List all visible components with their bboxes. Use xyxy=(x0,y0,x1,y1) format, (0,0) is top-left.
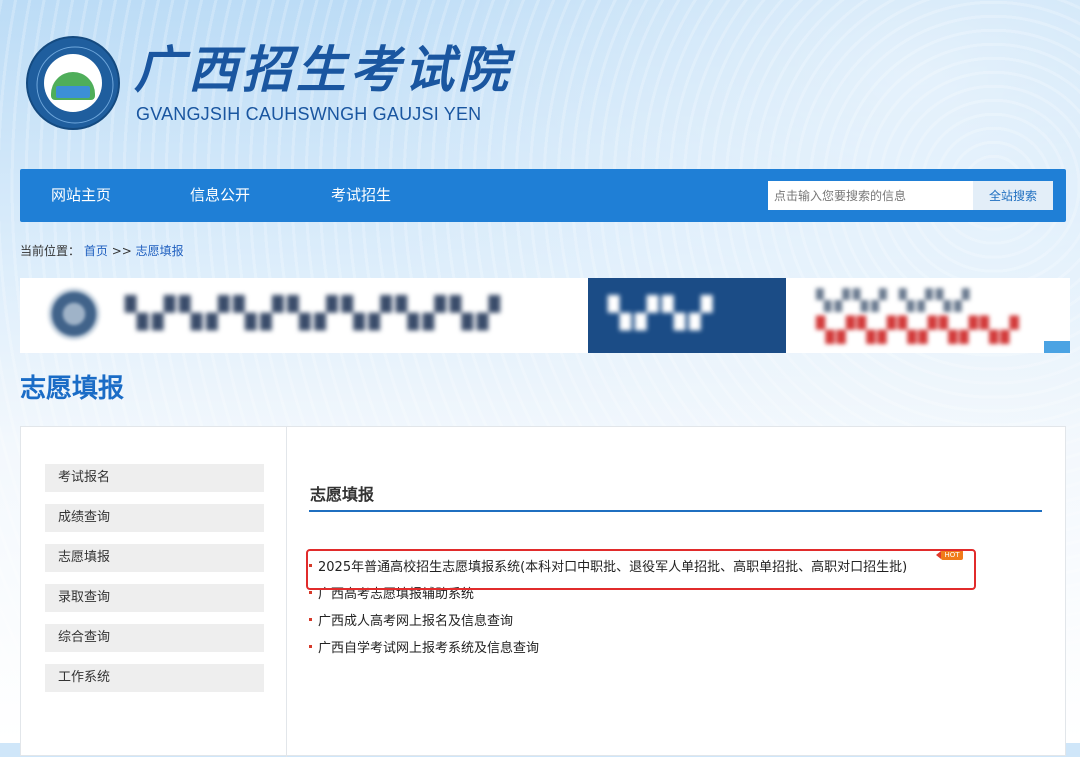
site-logo[interactable] xyxy=(26,36,120,130)
section-underline xyxy=(309,510,1042,512)
search-input[interactable] xyxy=(768,181,973,210)
bullet-icon xyxy=(309,591,312,594)
banner-blurred-phone: ▚▞▚▞▚▞▚▞▚▞ xyxy=(816,316,1021,344)
logo-inner xyxy=(44,54,102,112)
bullet-icon xyxy=(309,618,312,621)
breadcrumb-separator: >> xyxy=(111,244,132,258)
breadcrumb-current-link[interactable]: 志愿填报 xyxy=(136,244,184,258)
nav-item-home[interactable]: 网站主页 xyxy=(51,169,111,222)
sidebar-item-exam-registration[interactable]: 考试报名 xyxy=(45,464,264,492)
banner-corner-icon xyxy=(1044,341,1070,353)
breadcrumb-home-link[interactable]: 首页 xyxy=(84,244,108,258)
sidebar-item-admission-query[interactable]: 录取查询 xyxy=(45,584,264,612)
banner-blurred-line: ▚▞▚▞ ▚▞▚▞ xyxy=(816,288,973,312)
sidebar-item-score-query[interactable]: 成绩查询 xyxy=(45,504,264,532)
content-panel: 考试报名 成绩查询 志愿填报 录取查询 综合查询 工作系统 志愿填报 2025年… xyxy=(20,426,1066,757)
breadcrumb: 当前位置： 首页 >> 志愿填报 xyxy=(20,242,184,259)
sidebar-item-work-system[interactable]: 工作系统 xyxy=(45,664,264,692)
list-item-adult-exam[interactable]: 广西成人高考网上报名及信息查询 xyxy=(309,610,513,629)
link-label: 广西成人高考网上报名及信息查询 xyxy=(318,614,514,629)
site-search-button[interactable]: 全站搜索 xyxy=(973,181,1053,210)
logo-book-icon xyxy=(56,86,90,98)
blurred-banner: ▚▞▚▞▚▞▚▞▚▞▚▞▚▞ ▚▞▚▞ ▚▞▚▞ ▚▞▚▞ ▚▞▚▞▚▞▚▞▚▞ xyxy=(20,278,1070,353)
banner-blurred-block: ▚▞▚▞ xyxy=(588,278,786,353)
site-subtitle: GVANGJSIH CAUHSWNGH GAUJSI YEN xyxy=(136,104,482,124)
section-title: 志愿填报 xyxy=(310,485,375,504)
banner-seal-icon xyxy=(48,288,100,340)
banner-blurred-text: ▚▞▚▞▚▞▚▞▚▞▚▞▚▞ xyxy=(125,296,504,331)
sidebar-item-general-query[interactable]: 综合查询 xyxy=(45,624,264,652)
link-label: 广西自学考试网上报考系统及信息查询 xyxy=(318,641,540,656)
breadcrumb-prefix: 当前位置： xyxy=(20,244,81,258)
list-item-self-study-exam[interactable]: 广西自学考试网上报考系统及信息查询 xyxy=(309,637,539,656)
sidebar-item-application[interactable]: 志愿填报 xyxy=(45,544,264,572)
highlight-annotation xyxy=(306,549,976,590)
nav-item-info-disclosure[interactable]: 信息公开 xyxy=(190,169,250,222)
bullet-icon xyxy=(309,645,312,648)
page-title: 志愿填报 xyxy=(20,374,125,404)
main-nav: 网站主页 信息公开 考试招生 全站搜索 xyxy=(20,169,1066,222)
site-title: 广西招生考试院 xyxy=(134,40,512,99)
content-divider xyxy=(286,427,287,757)
nav-item-exam-admission[interactable]: 考试招生 xyxy=(331,169,391,222)
